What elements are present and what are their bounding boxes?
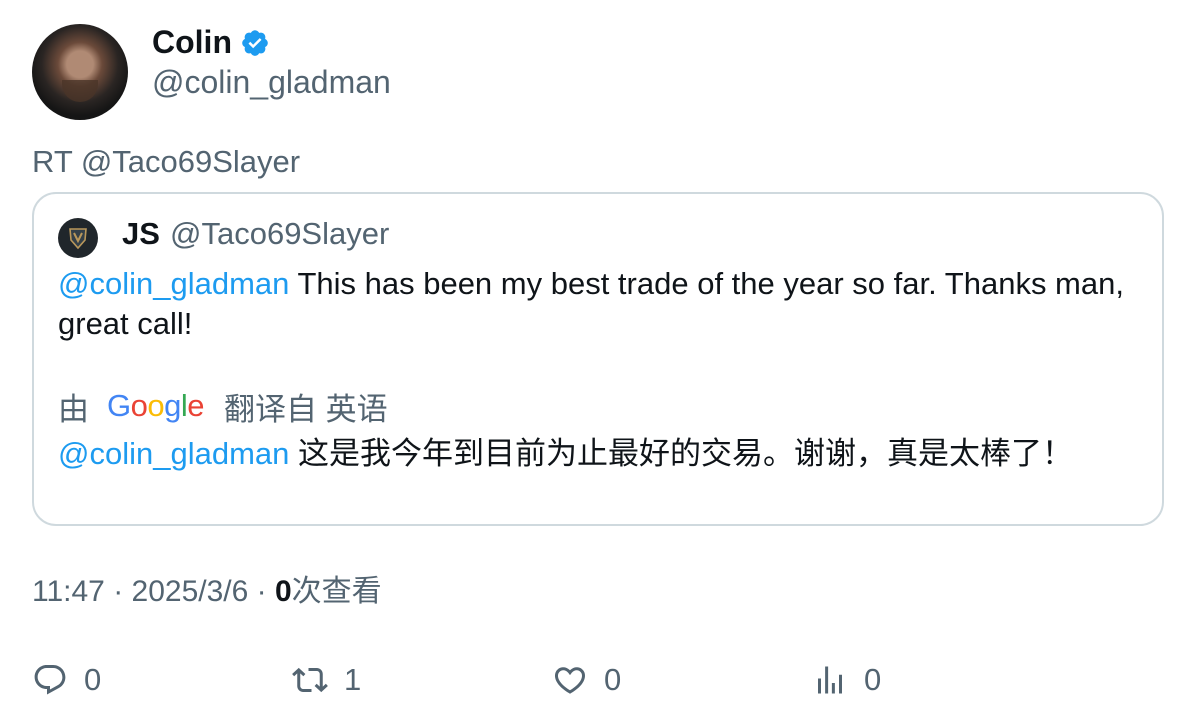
views-count-action: 0	[864, 662, 882, 697]
retweet-count: 1	[344, 662, 362, 697]
translated-mention-link[interactable]: @colin_gladman	[58, 436, 289, 471]
tweet-meta: 11:47 · 2025/3/6 · 0次查看	[32, 575, 382, 608]
retweet-label: RT @Taco69Slayer	[32, 144, 301, 179]
translation-by-label: 由	[58, 391, 89, 427]
quoted-tweet-text: @colin_gladman This has been my best tra…	[58, 264, 1138, 344]
translated-body: 这是我今年到目前为止最好的交易。谢谢，真是太棒了！	[289, 436, 1074, 471]
author-avatar[interactable]	[32, 24, 128, 120]
mention-link[interactable]: @colin_gladman	[58, 266, 289, 301]
quoted-author-handle[interactable]: @Taco69Slayer	[170, 214, 389, 254]
verified-badge-icon	[242, 30, 268, 56]
retweet-icon	[292, 667, 328, 693]
quoted-author-avatar[interactable]	[58, 218, 98, 258]
reply-button[interactable]: 0	[32, 658, 101, 702]
google-logo: Google	[107, 388, 205, 423]
views-label: 次查看	[291, 575, 382, 608]
views-button[interactable]: 0	[812, 658, 881, 702]
reply-count: 0	[84, 662, 102, 697]
retweet-button[interactable]: 1	[292, 658, 361, 702]
translation-source-label: 翻译自 英语	[224, 391, 388, 427]
heart-icon	[554, 667, 586, 694]
author-name[interactable]: Colin	[152, 22, 232, 62]
analytics-icon	[818, 666, 842, 694]
reply-icon	[34, 665, 66, 695]
quoted-tweet-card[interactable]: JS @Taco69Slayer @colin_gladman This has…	[32, 192, 1164, 526]
quoted-author-name[interactable]: JS	[122, 214, 160, 254]
like-button[interactable]: 0	[552, 658, 621, 702]
translation-attribution: 由 Google 翻译自 英语	[58, 384, 388, 428]
shield-logo-icon	[69, 228, 87, 250]
tweet-date[interactable]: 2025/3/6	[132, 575, 249, 608]
action-bar: 0 1 0 0	[32, 658, 1164, 702]
translated-text: @colin_gladman 这是我今年到目前为止最好的交易。谢谢，真是太棒了！	[58, 434, 1138, 474]
views-count: 0	[274, 575, 292, 608]
tweet-time[interactable]: 11:47	[32, 575, 105, 608]
author-handle[interactable]: @colin_gladman	[152, 62, 391, 102]
like-count: 0	[604, 662, 622, 697]
